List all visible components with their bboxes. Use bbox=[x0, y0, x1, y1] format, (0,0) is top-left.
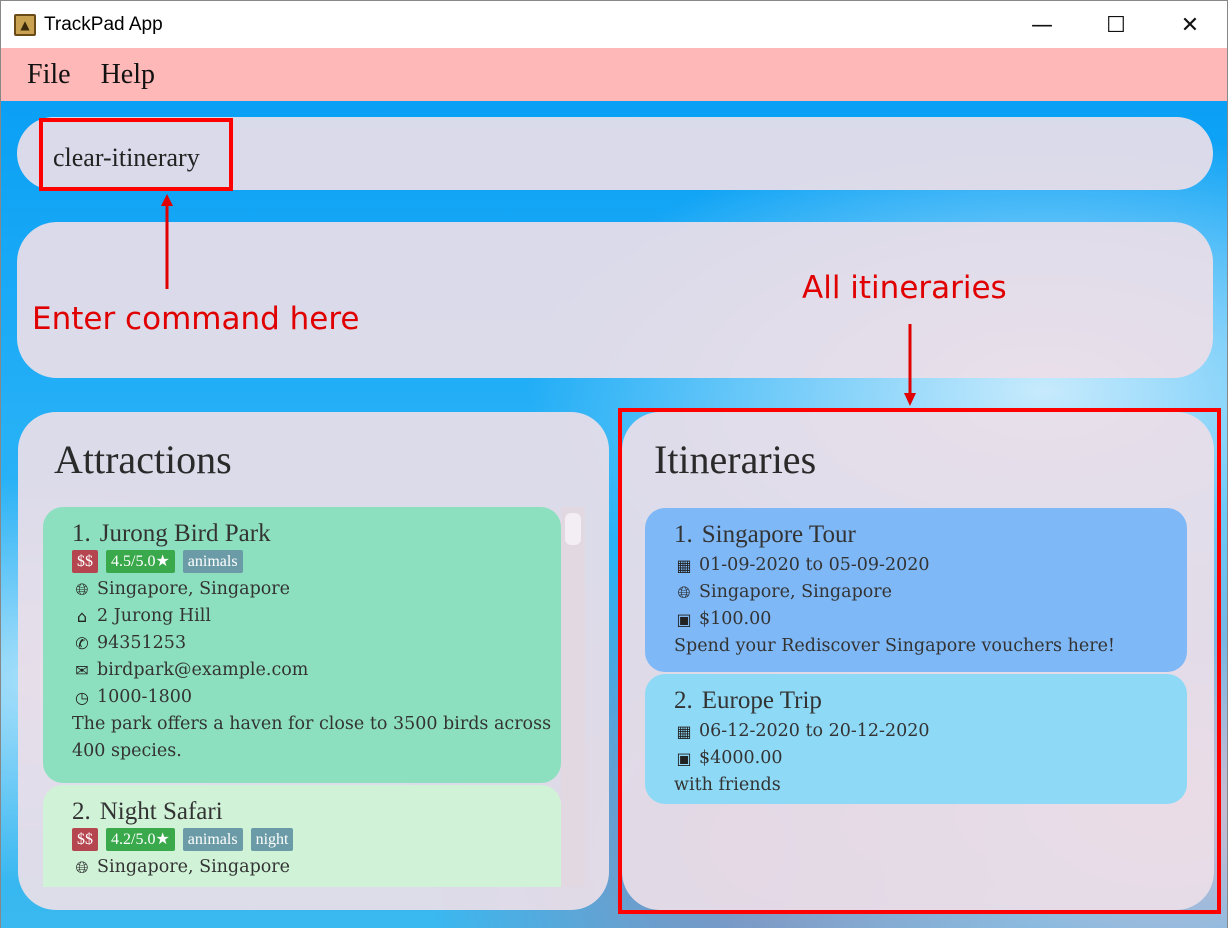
command-arrow bbox=[161, 194, 173, 289]
rating-tag: 4.2/5.0★ bbox=[106, 828, 175, 851]
phone-icon: ✆ bbox=[75, 634, 89, 653]
menu-file[interactable]: File bbox=[27, 59, 71, 91]
itineraries-arrow bbox=[904, 324, 916, 406]
attraction-address: 2 Jurong Hill bbox=[97, 606, 211, 626]
attraction-index: 1. bbox=[72, 520, 91, 547]
globe-icon: 🌐︎ bbox=[75, 580, 89, 599]
itineraries-highlight-box bbox=[618, 408, 1221, 914]
email-icon: ✉ bbox=[75, 661, 89, 680]
attraction-location: Singapore, Singapore bbox=[97, 857, 291, 877]
result-display bbox=[17, 222, 1213, 378]
category-tag: night bbox=[250, 828, 294, 851]
attraction-card[interactable]: 2. Night Safari $$ 4.2/5.0★ animals night… bbox=[43, 785, 561, 887]
globe-icon: 🌐︎ bbox=[75, 858, 89, 877]
attraction-email: birdpark@example.com bbox=[97, 660, 309, 680]
menu-help[interactable]: Help bbox=[101, 59, 155, 91]
scrollbar-thumb[interactable] bbox=[565, 513, 581, 545]
price-tag: $$ bbox=[72, 550, 98, 573]
maximize-button[interactable]: ☐ bbox=[1079, 1, 1153, 49]
attraction-index: 2. bbox=[72, 798, 91, 825]
itineraries-annotation-label: All itineraries bbox=[802, 270, 1007, 306]
attractions-list[interactable]: 1. Jurong Bird Park $$ 4.5/5.0★ animals 🌐… bbox=[43, 507, 585, 887]
command-annotation-label: Enter command here bbox=[32, 301, 360, 337]
window-title: TrackPad App bbox=[44, 13, 163, 35]
menu-bar: File Help bbox=[0, 48, 1228, 101]
title-bar: ▲ TrackPad App — ☐ ✕ bbox=[0, 0, 1228, 48]
minimize-button[interactable]: — bbox=[1005, 1, 1079, 49]
attractions-scrollbar[interactable] bbox=[561, 507, 585, 887]
attraction-hours: 1000-1800 bbox=[97, 687, 192, 707]
attraction-name: Jurong Bird Park bbox=[99, 520, 271, 547]
category-tag: animals bbox=[182, 550, 243, 573]
window-controls: — ☐ ✕ bbox=[1005, 1, 1227, 49]
category-tag: animals bbox=[182, 828, 243, 851]
rating-tag: 4.5/5.0★ bbox=[106, 550, 175, 573]
price-tag: $$ bbox=[72, 828, 98, 851]
home-icon: ⌂ bbox=[76, 607, 88, 626]
clock-icon: ◷ bbox=[75, 688, 89, 707]
attraction-card[interactable]: 1. Jurong Bird Park $$ 4.5/5.0★ animals 🌐… bbox=[43, 507, 561, 783]
command-highlight-box bbox=[39, 118, 233, 191]
attraction-name: Night Safari bbox=[99, 798, 223, 825]
close-button[interactable]: ✕ bbox=[1153, 1, 1227, 49]
attractions-title: Attractions bbox=[54, 437, 232, 482]
attraction-phone: 94351253 bbox=[97, 633, 187, 653]
attraction-description: The park offers a haven for close to 350… bbox=[72, 714, 552, 761]
trackpad-app-icon: ▲ bbox=[14, 13, 36, 36]
attraction-location: Singapore, Singapore bbox=[97, 579, 291, 599]
